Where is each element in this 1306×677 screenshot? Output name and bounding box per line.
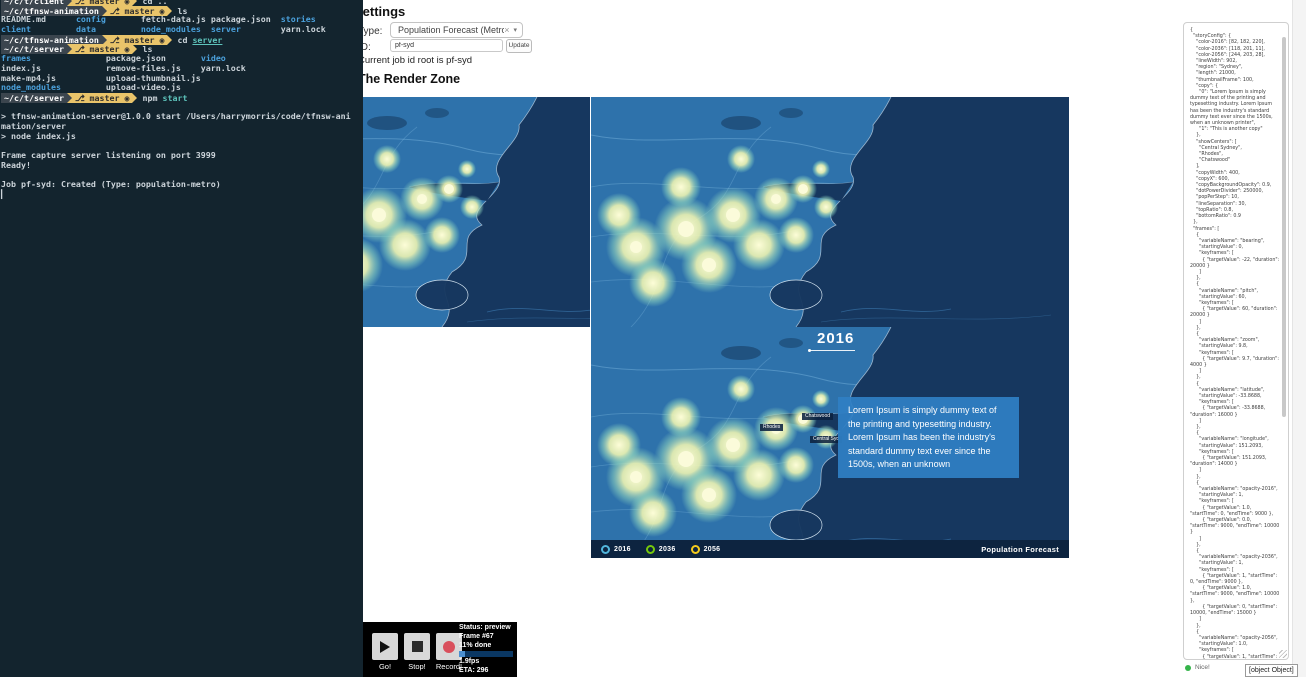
type-select[interactable]: Population Forecast (Metro) × ▾ <box>390 22 523 38</box>
job-status-text: Current job id root is pf-syd <box>358 55 472 66</box>
suburb-label-rhodes: Rhodes <box>760 424 783 431</box>
screen: Settings Type: Population Forecast (Metr… <box>0 0 1306 677</box>
clear-icon[interactable]: × <box>504 26 509 35</box>
job-id-input[interactable] <box>390 39 503 52</box>
year-title: 2016 <box>817 330 854 347</box>
map-art-left <box>352 97 590 327</box>
capture-control-panel: Go! Stop! Record! Status: preview Frame … <box>363 622 517 677</box>
record-icon <box>443 641 455 653</box>
legend-title: Population Forecast <box>981 545 1059 554</box>
legend-item-2036: 2036 <box>646 545 676 554</box>
stop-button-label: Stop! <box>402 662 432 671</box>
go-button-label: Go! <box>370 662 400 671</box>
legend-label-2016: 2016 <box>614 546 631 553</box>
suburb-label-chatswood: Chatswood <box>802 413 833 420</box>
legend-label-2036: 2036 <box>659 546 676 553</box>
capture-frame: Frame #67 <box>459 633 515 642</box>
config-json: { "storyConfig": { "color-2016": [82, 18… <box>1184 23 1288 660</box>
config-scrollbar-thumb[interactable] <box>1282 37 1286 417</box>
map-art-live <box>591 97 1069 327</box>
legend-ring-2056-icon <box>691 545 700 554</box>
browser-status-tooltip: [object Object] <box>1245 664 1298 677</box>
capture-done: 11% done <box>459 642 515 651</box>
legend-ring-2036-icon <box>646 545 655 554</box>
capture-eta: ETA: 296 <box>459 667 515 676</box>
update-button[interactable]: Update <box>506 39 532 53</box>
browser-scrollbar-track[interactable] <box>1292 0 1306 677</box>
capture-fps: 1.9fps <box>459 658 515 667</box>
stop-icon <box>412 641 423 652</box>
go-button[interactable] <box>372 633 398 660</box>
capture-status: Status: preview <box>459 624 515 633</box>
type-select-value: Population Forecast (Metro) <box>398 25 504 35</box>
progress-fill <box>459 651 465 657</box>
textarea-resize-handle-icon[interactable] <box>1279 650 1287 658</box>
capture-progress-bar <box>459 651 513 657</box>
map-canvas-live[interactable] <box>591 97 1069 327</box>
status-ok-dot-icon <box>1185 665 1191 671</box>
terminal-body: ~/c/t/client⎇ master ◉ cd ..~/c/tfnsw-an… <box>0 0 363 199</box>
capture-status-info: Status: preview Frame #67 11% done 1.9fp… <box>459 624 515 676</box>
story-copy-box: Lorem Ipsum is simply dummy text of the … <box>838 397 1019 478</box>
render-zone-title: The Render Zone <box>358 72 460 86</box>
play-icon <box>380 641 390 653</box>
year-title-rule <box>810 350 855 351</box>
map-output-frame[interactable]: 2016 Chatswood Rhodes Central Syd Lorem … <box>591 327 1069 558</box>
map-legend-bar: 2016 2036 2056 Population Forecast <box>591 540 1069 558</box>
map-canvas-left[interactable] <box>352 97 590 327</box>
legend-label-2056: 2056 <box>704 546 721 553</box>
legend-item-2056: 2056 <box>691 545 721 554</box>
legend-ring-2016-icon <box>601 545 610 554</box>
story-config-textarea[interactable]: { "storyConfig": { "color-2016": [82, 18… <box>1183 22 1289 660</box>
chevron-down-icon[interactable]: ▾ <box>513 27 517 34</box>
status-ok-text: Nice! <box>1195 664 1210 671</box>
validation-status: Nice! <box>1185 664 1210 671</box>
stop-button[interactable] <box>404 633 430 660</box>
terminal[interactable]: ~/c/t/client⎇ master ◉ cd ..~/c/tfnsw-an… <box>0 0 363 677</box>
legend-item-2016: 2016 <box>601 545 631 554</box>
